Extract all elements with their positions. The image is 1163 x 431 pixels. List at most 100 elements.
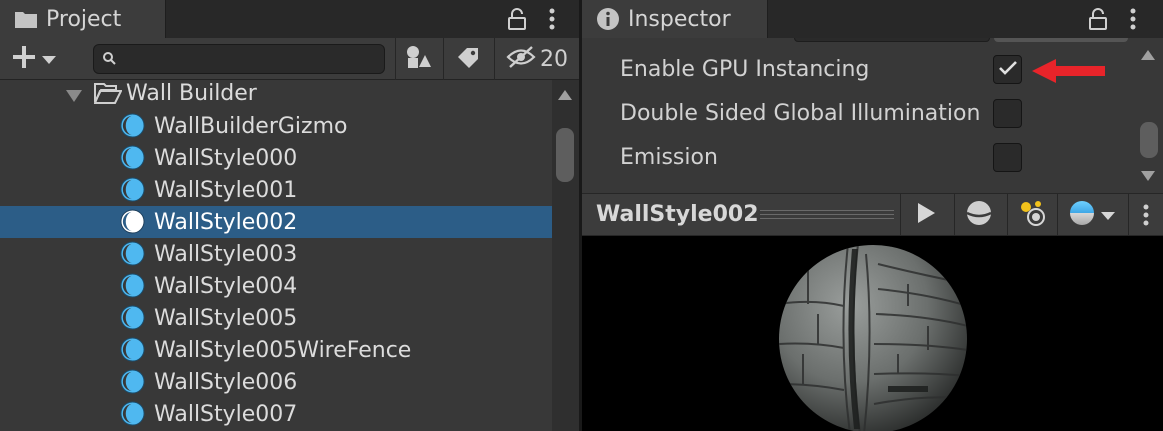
search-field[interactable]	[93, 44, 385, 74]
checkmark-icon	[998, 60, 1017, 79]
list-item-label: WallBuilderGizmo	[154, 113, 348, 139]
filter-by-label-button[interactable]	[450, 44, 486, 74]
material-icon	[120, 273, 154, 302]
project-scrollbar[interactable]	[552, 80, 579, 431]
property-row: Double Sided Global Illumination	[582, 91, 1134, 135]
property-checkbox[interactable]	[993, 54, 1022, 84]
preview-divider	[1007, 194, 1008, 237]
list-item[interactable]: WallStyle002	[0, 206, 552, 238]
list-item[interactable]: WallBuilderGizmo	[0, 110, 552, 142]
list-item[interactable]: WallStyle005	[0, 302, 552, 334]
material-icon	[120, 145, 154, 174]
preview-mesh-button[interactable]	[960, 200, 998, 230]
tag-icon	[456, 46, 480, 72]
tab-project[interactable]: Project	[0, 0, 166, 38]
sphere-icon	[966, 200, 992, 230]
property-label: Emission	[620, 144, 718, 170]
toolbar-divider	[443, 38, 444, 80]
preview-divider	[954, 194, 955, 237]
tab-inspector[interactable]: Inspector	[582, 0, 768, 38]
add-button[interactable]	[12, 44, 70, 74]
scroll-up-icon[interactable]	[558, 90, 572, 100]
property-row: Emission	[582, 135, 1134, 179]
project-tree: Wall Builder WallBuilderGizmo WallStyle00…	[0, 80, 552, 431]
preview-divider	[1128, 194, 1129, 237]
material-preview[interactable]	[582, 236, 1163, 431]
lock-icon[interactable]	[1086, 6, 1110, 32]
preview-background-button[interactable]	[1063, 200, 1121, 230]
chevron-down-icon	[1101, 206, 1115, 225]
material-icon	[120, 337, 154, 366]
list-item[interactable]: WallStyle003	[0, 238, 552, 270]
hidden-count: 20	[540, 46, 568, 72]
list-item[interactable]: WallStyle007	[0, 398, 552, 430]
toolbar-divider	[494, 38, 495, 80]
annotation-arrow-icon	[1032, 58, 1106, 88]
list-item-label: WallStyle002	[154, 209, 298, 235]
preview-header: WallStyle002	[582, 193, 1163, 237]
field-partial[interactable]	[994, 38, 1128, 42]
hidden-packages-button[interactable]: 20	[502, 44, 572, 74]
material-icon	[120, 369, 154, 398]
lock-icon[interactable]	[505, 6, 529, 32]
expand-arrow-icon[interactable]	[66, 87, 82, 106]
preview-divider	[1057, 194, 1058, 237]
toolbar-divider	[395, 38, 396, 80]
search-icon	[102, 50, 116, 69]
list-item-label: WallStyle005	[154, 305, 298, 331]
folder-row[interactable]: Wall Builder	[0, 80, 552, 109]
list-item-label: WallStyle005WireFence	[154, 337, 412, 363]
preview-divider	[900, 194, 901, 237]
folder-icon	[14, 9, 38, 29]
play-button[interactable]	[908, 200, 944, 230]
scroll-up-icon[interactable]	[1141, 50, 1155, 60]
inspector-tab-label: Inspector	[628, 6, 731, 32]
list-item[interactable]: WallStyle000	[0, 142, 552, 174]
scroll-down-icon[interactable]	[1141, 171, 1155, 181]
play-icon	[917, 203, 935, 227]
list-item[interactable]: WallStyle001	[0, 174, 552, 206]
material-icon	[120, 177, 154, 206]
sky-sphere-icon	[1069, 200, 1095, 230]
preview-drag-handle[interactable]	[760, 210, 894, 222]
project-tab-label: Project	[46, 6, 122, 32]
project-toolbar: 20	[0, 38, 579, 80]
material-properties: Enable GPU Instancing Double Sided Global…	[582, 38, 1134, 193]
kebab-menu-icon[interactable]	[540, 6, 564, 32]
plus-icon	[12, 45, 36, 73]
list-item-label: WallStyle003	[154, 241, 298, 267]
property-label: Double Sided Global Illumination	[620, 100, 981, 126]
open-folder-icon	[93, 82, 123, 108]
preview-sphere	[778, 244, 968, 431]
kebab-menu-icon[interactable]	[1121, 6, 1145, 32]
material-icon	[120, 241, 154, 270]
property-label: Enable GPU Instancing	[620, 56, 870, 82]
list-item-label: WallStyle001	[154, 177, 298, 203]
chevron-down-icon	[42, 50, 56, 69]
project-panel: Project 20 Wall Builder WallBuilderGizmo…	[0, 0, 579, 431]
list-item[interactable]: WallStyle004	[0, 270, 552, 302]
scroll-thumb[interactable]	[556, 128, 574, 182]
search-input[interactable]	[122, 49, 372, 69]
list-item[interactable]: WallStyle006	[0, 366, 552, 398]
list-item-label: WallStyle007	[154, 401, 298, 427]
field-partial[interactable]	[794, 38, 990, 42]
shapes-icon	[405, 45, 431, 73]
kebab-menu-icon[interactable]	[1134, 200, 1158, 230]
list-item-label: WallStyle006	[154, 369, 298, 395]
preview-title: WallStyle002	[596, 202, 759, 227]
material-icon	[120, 113, 154, 142]
info-icon	[596, 7, 620, 31]
inspector-tabbar: Inspector	[582, 0, 1163, 38]
scroll-thumb[interactable]	[1140, 122, 1158, 158]
list-item[interactable]: WallStyle005WireFence	[0, 334, 552, 366]
property-checkbox[interactable]	[993, 142, 1022, 172]
filter-by-type-button[interactable]	[400, 44, 436, 74]
preview-lights-button[interactable]	[1013, 200, 1051, 230]
list-item-label: WallStyle004	[154, 273, 298, 299]
property-checkbox[interactable]	[993, 98, 1022, 128]
project-tabbar: Project	[0, 0, 579, 38]
inspector-scrollbar[interactable]	[1134, 38, 1163, 193]
eye-slash-icon	[506, 46, 536, 72]
inspector-panel: Inspector Enable GPU Instancing Double Si…	[582, 0, 1163, 431]
